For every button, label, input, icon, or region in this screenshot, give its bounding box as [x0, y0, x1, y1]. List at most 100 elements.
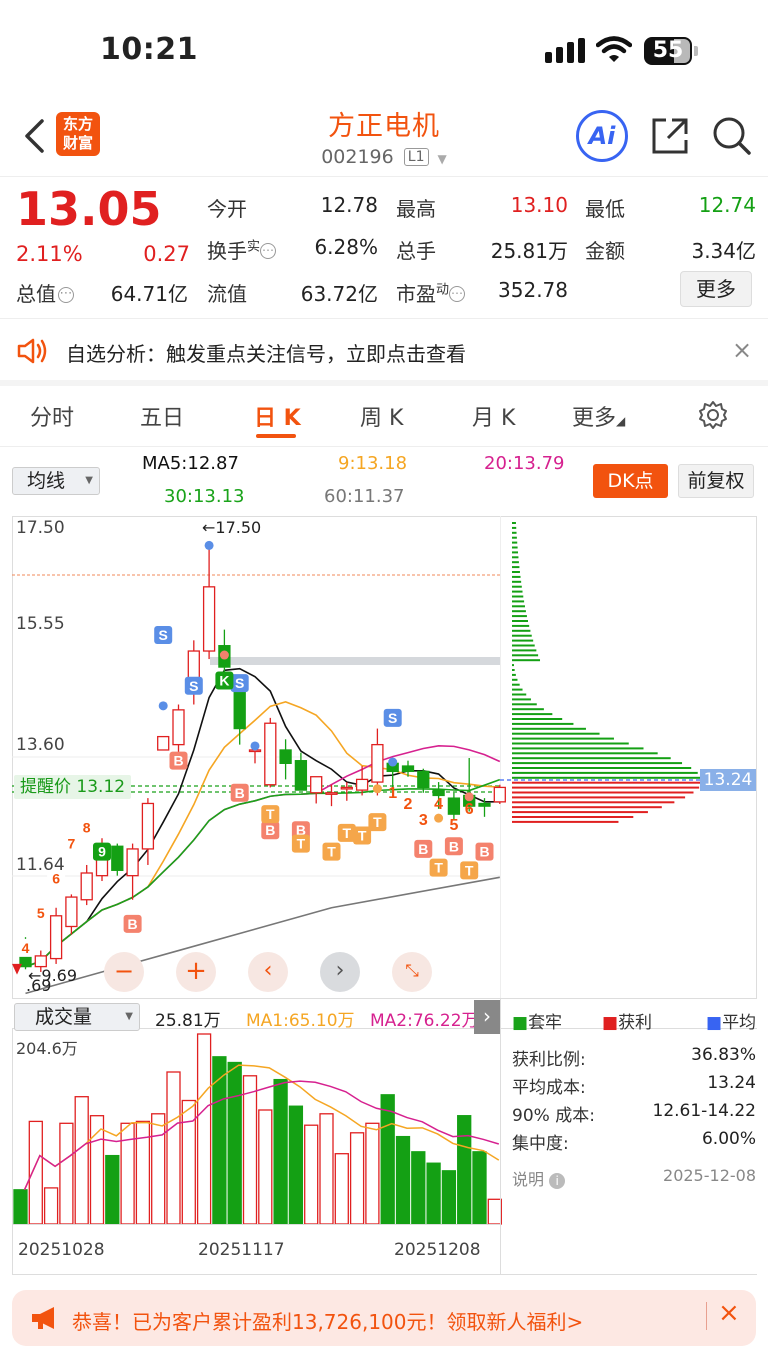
info-icon[interactable]: ⋯ [449, 286, 466, 302]
notice-bar[interactable]: 自选分析：触发重点关注信号，立即点击查看 × [0, 322, 768, 380]
chip-bar [512, 610, 526, 613]
chip-bar [512, 703, 537, 706]
signal-dot [388, 757, 398, 767]
chip-bar [512, 644, 535, 647]
chip-bar [512, 634, 532, 637]
signal-dot [372, 784, 382, 794]
sequence-badge-label: 8 [83, 820, 91, 836]
change-percent: 2.11% [16, 242, 83, 266]
tab-daily-k[interactable]: 日 K [254, 400, 301, 432]
volume-label: 总手 [396, 239, 436, 263]
chip-bar [512, 678, 518, 681]
chip-bar [512, 669, 515, 671]
notice-text: 自选分析：触发重点关注信号，立即点击查看 [66, 342, 466, 366]
chip-bar [512, 580, 522, 583]
ma-select[interactable]: 均线 ▼ [12, 467, 100, 495]
scroll-right-button[interactable]: › [320, 952, 360, 992]
candle-body [65, 896, 78, 928]
candle-body [202, 586, 216, 652]
volume-bar [242, 1075, 258, 1225]
battery-icon: 55 [644, 37, 698, 65]
expand-panel-button[interactable]: › [474, 1000, 500, 1034]
chip-bar [512, 526, 517, 529]
info-icon[interactable]: ⋯ [58, 287, 74, 303]
fullscreen-button[interactable]: ⤡ [392, 952, 432, 992]
chip-bar [512, 737, 614, 740]
close-icon[interactable]: × [732, 336, 752, 364]
volume-value: 25.81万 [490, 239, 568, 263]
section-gap [0, 380, 768, 386]
quote-divider [0, 318, 768, 319]
header-divider [0, 176, 768, 177]
chip-bar [512, 757, 671, 760]
chip-note-link[interactable]: 说明 i [512, 1166, 566, 1190]
candle-body [279, 749, 292, 764]
candle-body [19, 955, 32, 968]
volume-bar [319, 1113, 334, 1225]
tab-more[interactable]: 更多◢ [572, 400, 625, 432]
k-badge-label: K [219, 672, 229, 688]
ma60-legend: 60:11.37 [324, 486, 405, 507]
volume-bar [411, 1151, 426, 1225]
sell-badge-label: S [235, 675, 244, 691]
info-icon[interactable]: ⋯ [260, 243, 277, 259]
candle-body [310, 776, 323, 794]
tab-five-day[interactable]: 五日 [140, 400, 184, 432]
tab-monthly-k[interactable]: 月 K [472, 400, 515, 432]
settings-gear-icon[interactable] [698, 400, 728, 430]
chip-bar [512, 624, 530, 627]
zoom-in-button[interactable]: + [176, 952, 216, 992]
chip-bar [512, 727, 586, 730]
chip-bar [512, 566, 520, 569]
volume-bar [151, 1113, 166, 1225]
buy-badge-label: B [265, 822, 275, 838]
chip-bar [512, 546, 518, 549]
float-cap-value: 63.72亿 [300, 282, 378, 306]
chip-bar [512, 556, 519, 559]
tabs-divider [0, 446, 768, 447]
alert-price-tag[interactable]: 提醒价 13.12 [14, 775, 132, 799]
chip-bar [512, 639, 534, 642]
sequence-badge-label: 9 [98, 844, 106, 860]
signal-dot [158, 701, 168, 711]
scroll-left-button[interactable]: ‹ [248, 952, 288, 992]
search-icon[interactable] [712, 116, 752, 156]
take-badge-label: T [343, 825, 352, 841]
chip-bar [512, 590, 523, 593]
amount-value: 3.34亿 [691, 239, 756, 263]
volume-bar [59, 1122, 74, 1225]
volume-bar [334, 1153, 349, 1225]
chip-bar [512, 615, 527, 618]
battery-level: 55 [652, 38, 684, 63]
avg-cost-value: 13.24 [707, 1073, 756, 1093]
high-value: 13.10 [510, 193, 568, 217]
candle-body [340, 786, 353, 790]
take-badge-label: T [373, 814, 382, 830]
volume-bar [441, 1170, 457, 1225]
candle-body [80, 872, 93, 901]
tab-timeshare[interactable]: 分时 [30, 400, 74, 432]
candle-body [126, 848, 139, 877]
sell-badge-label: S [159, 627, 168, 643]
ai-assistant-button[interactable]: Ai [576, 110, 628, 162]
chip-bar [512, 541, 518, 544]
countdown-number: 2 [404, 796, 413, 813]
tab-weekly-k[interactable]: 周 K [360, 400, 403, 432]
close-icon[interactable]: × [718, 1298, 740, 1328]
share-icon[interactable] [650, 116, 690, 156]
candle-body [233, 685, 246, 730]
promo-banner[interactable]: 恭喜！已为客户累计盈利13,726,100元！领取新人福利> × [12, 1290, 756, 1346]
volume-bar [365, 1122, 380, 1225]
more-quote-button[interactable]: 更多 [680, 271, 752, 307]
adjust-button[interactable]: 前复权 [678, 464, 754, 498]
volume-indicator-select[interactable]: 成交量 ▼ [14, 1003, 140, 1031]
zoom-out-button[interactable]: − [104, 952, 144, 992]
take-badge-label: T [358, 828, 367, 844]
dk-point-button[interactable]: DK点 [593, 464, 668, 498]
x-label-start: 20251028 [18, 1240, 105, 1260]
chip-bar [512, 806, 662, 809]
volume-bar [166, 1071, 181, 1225]
low-label: 最低 [585, 197, 625, 221]
chip-bar [512, 771, 698, 774]
sequence-badge-label: 7 [68, 836, 76, 852]
